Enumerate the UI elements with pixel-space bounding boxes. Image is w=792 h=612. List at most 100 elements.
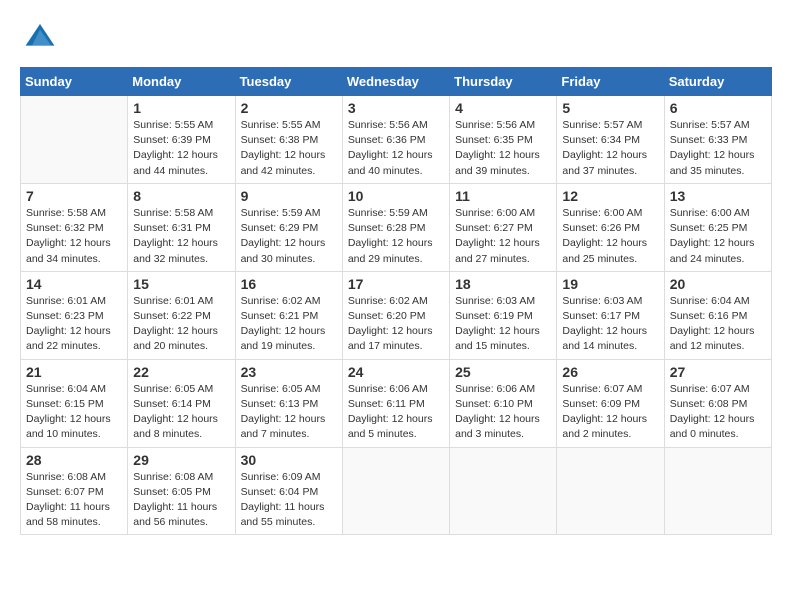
- day-detail: Sunrise: 6:06 AMSunset: 6:10 PMDaylight:…: [455, 382, 551, 443]
- calendar-cell: 4 Sunrise: 5:56 AMSunset: 6:35 PMDaylight…: [450, 96, 557, 184]
- calendar-cell: 15 Sunrise: 6:01 AMSunset: 6:22 PMDayligh…: [128, 271, 235, 359]
- day-number: 8: [133, 188, 229, 204]
- day-number: 27: [670, 364, 766, 380]
- day-header-thursday: Thursday: [450, 68, 557, 96]
- day-number: 21: [26, 364, 122, 380]
- day-number: 1: [133, 100, 229, 116]
- calendar-cell: 12 Sunrise: 6:00 AMSunset: 6:26 PMDayligh…: [557, 183, 664, 271]
- day-number: 19: [562, 276, 658, 292]
- calendar-cell: 22Sunrise: 6:05 AMSunset: 6:14 PMDayligh…: [128, 359, 235, 447]
- day-detail: Sunrise: 6:08 AMSunset: 6:07 PMDaylight:…: [26, 470, 122, 531]
- day-number: 22: [133, 364, 229, 380]
- day-number: 5: [562, 100, 658, 116]
- day-detail: Sunrise: 6:00 AMSunset: 6:25 PMDaylight:…: [670, 206, 766, 267]
- days-header-row: SundayMondayTuesdayWednesdayThursdayFrid…: [21, 68, 772, 96]
- day-header-monday: Monday: [128, 68, 235, 96]
- calendar-cell: 21 Sunrise: 6:04 AMSunset: 6:15 PMDayligh…: [21, 359, 128, 447]
- calendar-table: SundayMondayTuesdayWednesdayThursdayFrid…: [20, 67, 772, 535]
- week-row-3: 14 Sunrise: 6:01 AMSunset: 6:23 PMDayligh…: [21, 271, 772, 359]
- page-header: [20, 20, 772, 57]
- calendar-cell: 28 Sunrise: 6:08 AMSunset: 6:07 PMDayligh…: [21, 447, 128, 535]
- calendar-cell: 25 Sunrise: 6:06 AMSunset: 6:10 PMDayligh…: [450, 359, 557, 447]
- calendar-cell: 6Sunrise: 5:57 AMSunset: 6:33 PMDaylight…: [664, 96, 771, 184]
- day-detail: Sunrise: 6:07 AMSunset: 6:08 PMDaylight:…: [670, 382, 766, 443]
- day-header-saturday: Saturday: [664, 68, 771, 96]
- day-detail: Sunrise: 5:58 AMSunset: 6:32 PMDaylight:…: [26, 206, 122, 267]
- day-header-tuesday: Tuesday: [235, 68, 342, 96]
- day-number: 13: [670, 188, 766, 204]
- calendar-cell: 19 Sunrise: 6:03 AMSunset: 6:17 PMDayligh…: [557, 271, 664, 359]
- week-row-2: 7Sunrise: 5:58 AMSunset: 6:32 PMDaylight…: [21, 183, 772, 271]
- day-number: 17: [348, 276, 444, 292]
- day-detail: Sunrise: 6:03 AMSunset: 6:19 PMDaylight:…: [455, 294, 551, 355]
- calendar-cell: 2 Sunrise: 5:55 AMSunset: 6:38 PMDaylight…: [235, 96, 342, 184]
- day-number: 25: [455, 364, 551, 380]
- day-number: 28: [26, 452, 122, 468]
- day-detail: Sunrise: 6:00 AMSunset: 6:26 PMDaylight:…: [562, 206, 658, 267]
- calendar-cell: 30Sunrise: 6:09 AMSunset: 6:04 PMDayligh…: [235, 447, 342, 535]
- day-number: 29: [133, 452, 229, 468]
- day-number: 26: [562, 364, 658, 380]
- day-number: 18: [455, 276, 551, 292]
- day-detail: Sunrise: 6:04 AMSunset: 6:16 PMDaylight:…: [670, 294, 766, 355]
- day-number: 12: [562, 188, 658, 204]
- day-header-wednesday: Wednesday: [342, 68, 449, 96]
- day-number: 2: [241, 100, 337, 116]
- week-row-5: 28 Sunrise: 6:08 AMSunset: 6:07 PMDayligh…: [21, 447, 772, 535]
- day-detail: Sunrise: 6:03 AMSunset: 6:17 PMDaylight:…: [562, 294, 658, 355]
- calendar-cell: [21, 96, 128, 184]
- day-detail: Sunrise: 5:55 AMSunset: 6:39 PMDaylight:…: [133, 118, 229, 179]
- calendar-cell: [342, 447, 449, 535]
- day-number: 9: [241, 188, 337, 204]
- calendar-cell: 14 Sunrise: 6:01 AMSunset: 6:23 PMDayligh…: [21, 271, 128, 359]
- day-detail: Sunrise: 6:07 AMSunset: 6:09 PMDaylight:…: [562, 382, 658, 443]
- calendar-cell: 23Sunrise: 6:05 AMSunset: 6:13 PMDayligh…: [235, 359, 342, 447]
- day-detail: Sunrise: 6:01 AMSunset: 6:22 PMDaylight:…: [133, 294, 229, 355]
- calendar-cell: 8Sunrise: 5:58 AMSunset: 6:31 PMDaylight…: [128, 183, 235, 271]
- day-number: 30: [241, 452, 337, 468]
- day-detail: Sunrise: 5:57 AMSunset: 6:34 PMDaylight:…: [562, 118, 658, 179]
- calendar-cell: 1 Sunrise: 5:55 AMSunset: 6:39 PMDaylight…: [128, 96, 235, 184]
- day-detail: Sunrise: 6:06 AMSunset: 6:11 PMDaylight:…: [348, 382, 444, 443]
- day-header-sunday: Sunday: [21, 68, 128, 96]
- day-detail: Sunrise: 6:02 AMSunset: 6:20 PMDaylight:…: [348, 294, 444, 355]
- day-number: 15: [133, 276, 229, 292]
- day-detail: Sunrise: 5:56 AMSunset: 6:36 PMDaylight:…: [348, 118, 444, 179]
- calendar-cell: 16 Sunrise: 6:02 AMSunset: 6:21 PMDayligh…: [235, 271, 342, 359]
- calendar-cell: 17 Sunrise: 6:02 AMSunset: 6:20 PMDayligh…: [342, 271, 449, 359]
- calendar-cell: 20 Sunrise: 6:04 AMSunset: 6:16 PMDayligh…: [664, 271, 771, 359]
- calendar-cell: 11Sunrise: 6:00 AMSunset: 6:27 PMDayligh…: [450, 183, 557, 271]
- logo-icon: [24, 20, 56, 52]
- week-row-4: 21 Sunrise: 6:04 AMSunset: 6:15 PMDayligh…: [21, 359, 772, 447]
- day-detail: Sunrise: 6:08 AMSunset: 6:05 PMDaylight:…: [133, 470, 229, 531]
- logo: [20, 20, 56, 57]
- day-detail: Sunrise: 6:04 AMSunset: 6:15 PMDaylight:…: [26, 382, 122, 443]
- day-number: 14: [26, 276, 122, 292]
- day-detail: Sunrise: 5:56 AMSunset: 6:35 PMDaylight:…: [455, 118, 551, 179]
- calendar-cell: 24 Sunrise: 6:06 AMSunset: 6:11 PMDayligh…: [342, 359, 449, 447]
- calendar-cell: 10 Sunrise: 5:59 AMSunset: 6:28 PMDayligh…: [342, 183, 449, 271]
- day-detail: Sunrise: 6:02 AMSunset: 6:21 PMDaylight:…: [241, 294, 337, 355]
- calendar-cell: 3 Sunrise: 5:56 AMSunset: 6:36 PMDaylight…: [342, 96, 449, 184]
- day-detail: Sunrise: 5:59 AMSunset: 6:29 PMDaylight:…: [241, 206, 337, 267]
- day-number: 24: [348, 364, 444, 380]
- day-number: 20: [670, 276, 766, 292]
- day-number: 3: [348, 100, 444, 116]
- calendar-cell: 18 Sunrise: 6:03 AMSunset: 6:19 PMDayligh…: [450, 271, 557, 359]
- day-detail: Sunrise: 6:01 AMSunset: 6:23 PMDaylight:…: [26, 294, 122, 355]
- day-number: 4: [455, 100, 551, 116]
- calendar-cell: 26 Sunrise: 6:07 AMSunset: 6:09 PMDayligh…: [557, 359, 664, 447]
- day-number: 23: [241, 364, 337, 380]
- day-detail: Sunrise: 5:55 AMSunset: 6:38 PMDaylight:…: [241, 118, 337, 179]
- day-detail: Sunrise: 6:00 AMSunset: 6:27 PMDaylight:…: [455, 206, 551, 267]
- day-detail: Sunrise: 5:57 AMSunset: 6:33 PMDaylight:…: [670, 118, 766, 179]
- day-number: 10: [348, 188, 444, 204]
- calendar-cell: 9 Sunrise: 5:59 AMSunset: 6:29 PMDaylight…: [235, 183, 342, 271]
- day-number: 16: [241, 276, 337, 292]
- calendar-cell: 7Sunrise: 5:58 AMSunset: 6:32 PMDaylight…: [21, 183, 128, 271]
- day-header-friday: Friday: [557, 68, 664, 96]
- day-detail: Sunrise: 5:59 AMSunset: 6:28 PMDaylight:…: [348, 206, 444, 267]
- week-row-1: 1 Sunrise: 5:55 AMSunset: 6:39 PMDaylight…: [21, 96, 772, 184]
- calendar-cell: [450, 447, 557, 535]
- calendar-cell: 27 Sunrise: 6:07 AMSunset: 6:08 PMDayligh…: [664, 359, 771, 447]
